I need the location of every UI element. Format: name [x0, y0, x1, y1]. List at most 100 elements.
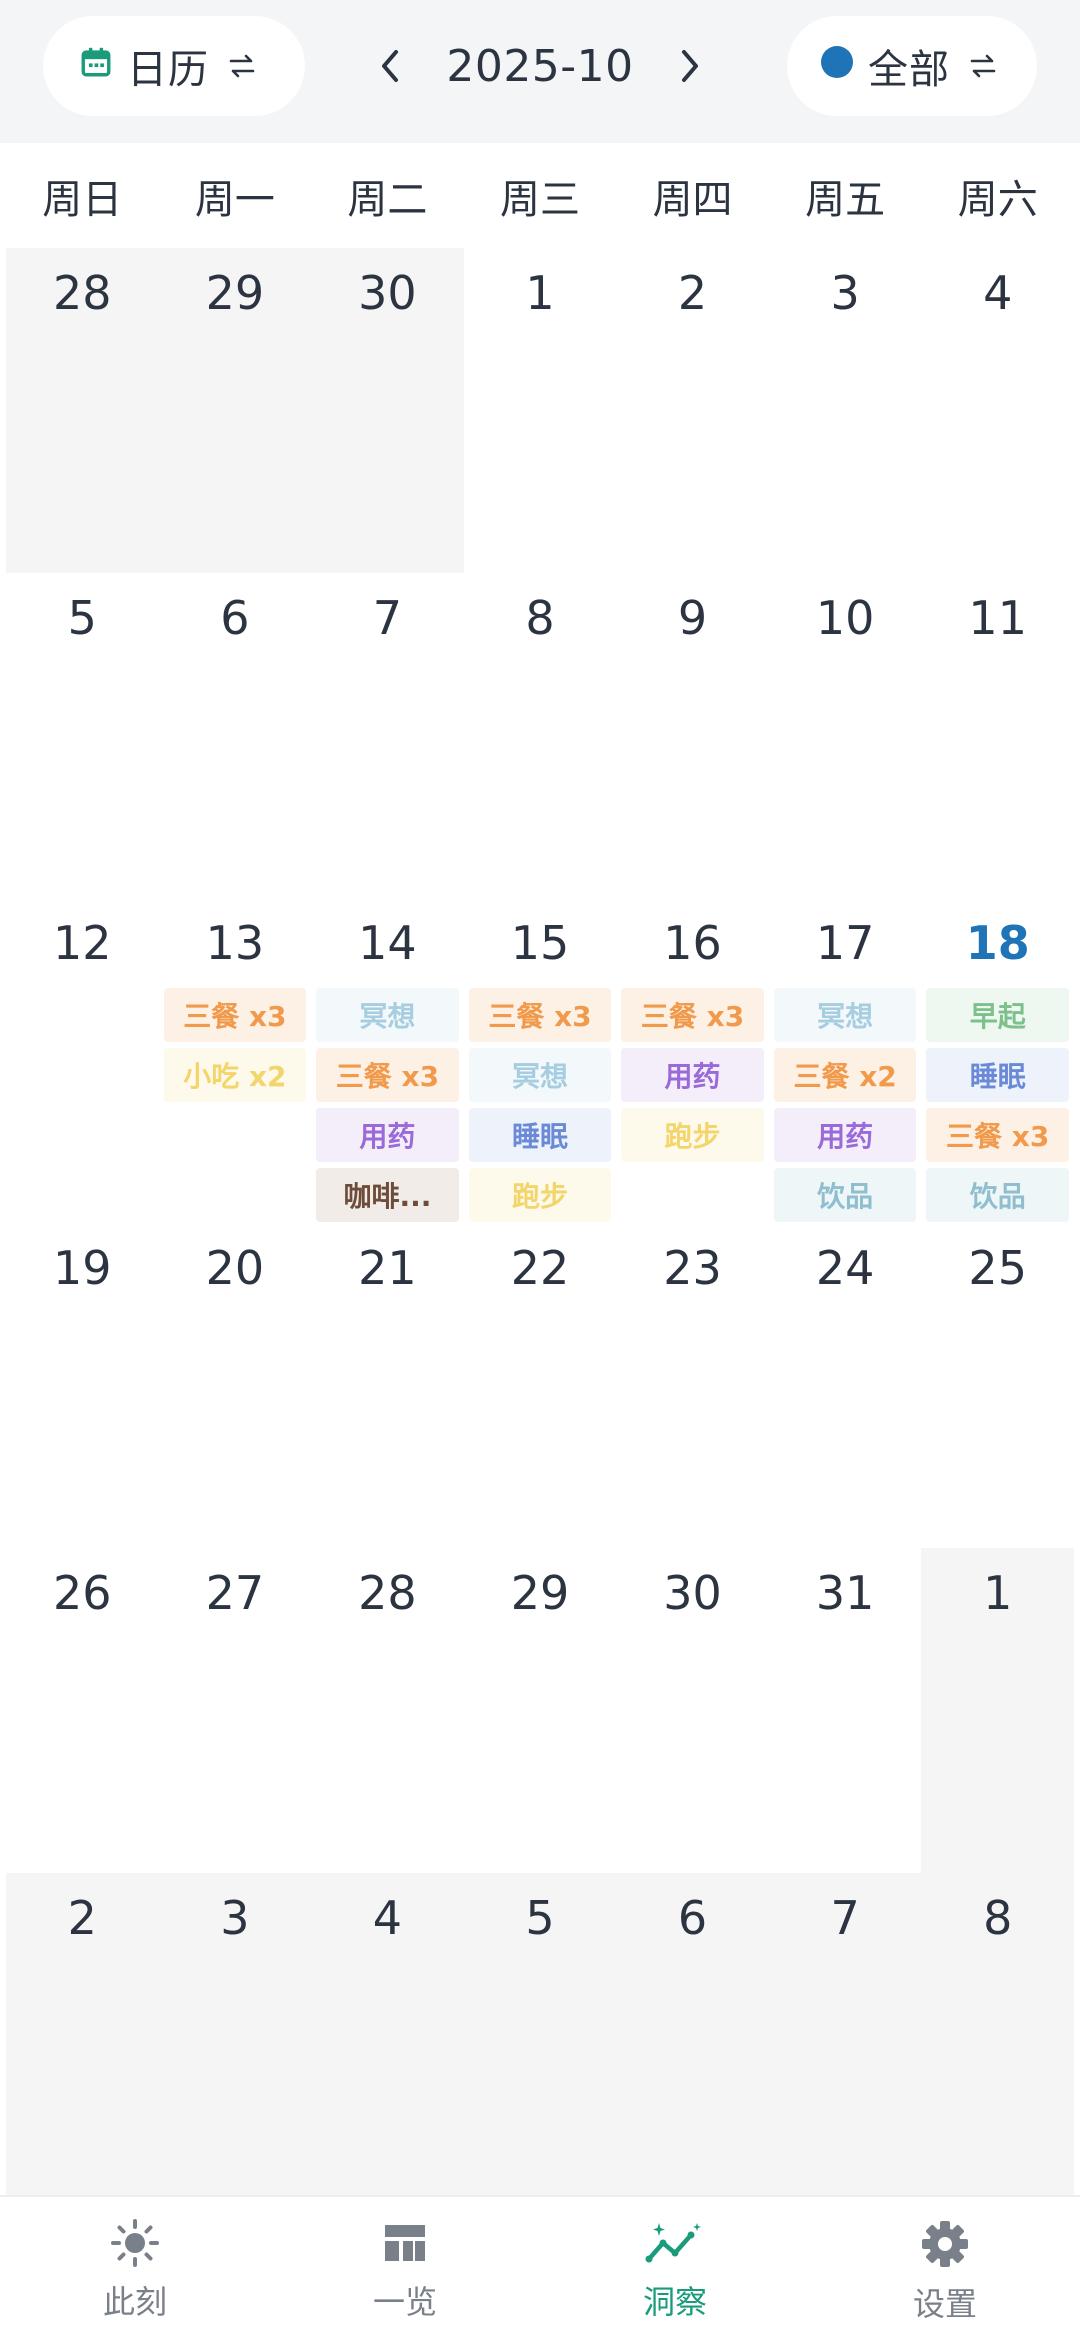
day-number: 23 [663, 1241, 722, 1295]
event-tag[interactable]: 睡眠 [468, 1108, 612, 1162]
day-number: 25 [968, 1241, 1027, 1295]
category-filter-button[interactable]: 全部 [787, 16, 1037, 116]
calendar-day[interactable]: 29 [464, 1548, 617, 1873]
calendar-day-outside-month[interactable]: 28 [6, 248, 159, 573]
calendar-day[interactable]: 20 [159, 1223, 312, 1548]
calendar-day-outside-month[interactable]: 3 [158, 1873, 312, 2198]
nav-item-overview[interactable]: 一览 [270, 2197, 540, 2349]
calendar-day[interactable]: 15 三餐 x3 冥想睡眠跑步 [464, 898, 617, 1223]
day-number: 5 [67, 591, 97, 645]
calendar-day[interactable]: 5 [6, 573, 159, 898]
calendar-day-outside-month[interactable]: 2 [6, 1873, 159, 2198]
event-tag-list: 冥想三餐 x2 用药饮品 [773, 988, 917, 1228]
filter-label: 全部 [868, 47, 950, 93]
calendar-day[interactable]: 24 [769, 1223, 922, 1548]
day-number: 14 [358, 916, 417, 970]
calendar-day[interactable]: 16 三餐 x3 用药 跑步 [616, 898, 769, 1223]
day-number: 6 [677, 1891, 708, 1945]
event-tag[interactable]: 咖啡... [316, 1168, 459, 1222]
event-tag[interactable]: 三餐 x3 [163, 988, 307, 1042]
event-tag-list: 三餐 x3 小吃 x2 [163, 988, 307, 1108]
day-number: 7 [830, 1891, 860, 1945]
event-tag[interactable]: 用药 [773, 1108, 917, 1162]
calendar-day-outside-month[interactable]: 7 [768, 1873, 922, 2198]
event-tag[interactable]: 用药 [621, 1048, 764, 1102]
calendar-day-outside-month[interactable]: 6 [616, 1873, 769, 2198]
weekday-label: 周一 [194, 176, 275, 223]
weekday-label: 周日 [42, 176, 123, 223]
calendar-day-outside-month[interactable]: 1 [921, 1548, 1074, 1873]
nav-item-now[interactable]: 此刻 [0, 2197, 270, 2349]
next-month-button[interactable] [660, 16, 720, 116]
bottom-navigation: 此刻 一览 洞察 设置 [0, 2195, 1080, 2349]
calendar-day-today[interactable]: 18 早起 睡眠 三餐 x3 饮品 [921, 898, 1074, 1223]
day-number: 29 [205, 266, 265, 320]
calendar-day[interactable]: 14 冥想三餐 x3 用药咖啡... [311, 898, 464, 1223]
nav-item-insights[interactable]: 洞察 [540, 2197, 810, 2349]
day-number: 27 [205, 1566, 265, 1620]
event-tag[interactable]: 三餐 x3 [468, 988, 612, 1042]
day-number: 4 [372, 1891, 403, 1945]
calendar-day[interactable]: 17 冥想 三餐 x2 用药 饮品 [769, 898, 922, 1223]
event-tag[interactable]: 冥想 [773, 988, 917, 1042]
calendar-day-outside-month[interactable]: 4 [311, 1873, 464, 2198]
day-number: 19 [53, 1241, 112, 1295]
event-tag[interactable]: 饮品 [926, 1168, 1069, 1222]
calendar-day[interactable]: 4 [921, 248, 1074, 573]
calendar-day[interactable]: 19 [6, 1223, 159, 1548]
nav-label: 设置 [912, 2285, 977, 2323]
day-number: 12 [53, 916, 112, 970]
day-number: 15 [510, 916, 570, 970]
dashboard-icon [385, 2225, 425, 2261]
calendar-day[interactable]: 11 [921, 573, 1074, 898]
calendar-day[interactable]: 7 [311, 573, 464, 898]
calendar-day[interactable]: 22 [464, 1223, 617, 1548]
event-tag[interactable]: 跑步 [468, 1168, 612, 1222]
calendar-day[interactable]: 27 [159, 1548, 312, 1873]
calendar-day-outside-month[interactable]: 30 [311, 248, 464, 573]
day-number: 4 [983, 266, 1013, 320]
weekday-label: 周六 [957, 176, 1038, 223]
view-switch-button[interactable]: 日历 [43, 16, 305, 116]
calendar-day-outside-month[interactable]: 5 [463, 1873, 617, 2198]
calendar-day[interactable]: 8 [464, 573, 617, 898]
event-tag[interactable]: 早起 [926, 988, 1069, 1042]
previous-month-button[interactable] [360, 16, 420, 116]
weekday-label: 周三 [499, 176, 580, 223]
calendar-day-outside-month[interactable]: 29 [158, 248, 312, 573]
event-tag[interactable]: 三餐 x2 [773, 1048, 917, 1102]
event-tag[interactable]: 睡眠 [926, 1048, 1069, 1102]
event-tag[interactable]: 冥想 [468, 1048, 612, 1102]
event-tag[interactable]: 三餐 x3 [316, 1048, 459, 1102]
event-tag[interactable]: 小吃 x2 [163, 1048, 307, 1102]
calendar-day[interactable]: 21 [311, 1223, 464, 1548]
event-tag[interactable]: 冥想 [316, 988, 459, 1042]
calendar-day[interactable]: 2 [616, 248, 769, 573]
calendar-day[interactable]: 26 [6, 1548, 159, 1873]
event-tag[interactable]: 三餐 x3 [926, 1108, 1069, 1162]
calendar-day[interactable]: 31 [769, 1548, 922, 1873]
calendar-day[interactable]: 13 三餐 x3 小吃 x2 [159, 898, 312, 1223]
calendar-day[interactable]: 10 [769, 573, 922, 898]
calendar-day[interactable]: 3 [769, 248, 922, 573]
calendar-day[interactable]: 28 [311, 1548, 464, 1873]
calendar-day-outside-month[interactable]: 8 [921, 1873, 1074, 2198]
event-tag[interactable]: 饮品 [773, 1168, 917, 1222]
calendar-day[interactable]: 23 [616, 1223, 769, 1548]
calendar-day[interactable]: 12 [6, 898, 159, 1223]
nav-item-settings[interactable]: 设置 [810, 2197, 1080, 2349]
day-number: 30 [358, 266, 417, 320]
calendar-day[interactable]: 6 [159, 573, 312, 898]
day-number: 5 [525, 1891, 555, 1945]
day-number: 13 [205, 916, 265, 970]
day-number: 9 [677, 591, 708, 645]
calendar-day[interactable]: 9 [616, 573, 769, 898]
calendar-day[interactable]: 25 [921, 1223, 1074, 1548]
event-tag[interactable]: 用药 [316, 1108, 459, 1162]
calendar-day[interactable]: 30 [616, 1548, 769, 1873]
event-tag[interactable]: 跑步 [621, 1108, 764, 1162]
day-number: 8 [525, 591, 555, 645]
calendar-day[interactable]: 1 [464, 248, 617, 573]
month-navigator: 2025-10 [360, 16, 720, 116]
event-tag[interactable]: 三餐 x3 [621, 988, 764, 1042]
